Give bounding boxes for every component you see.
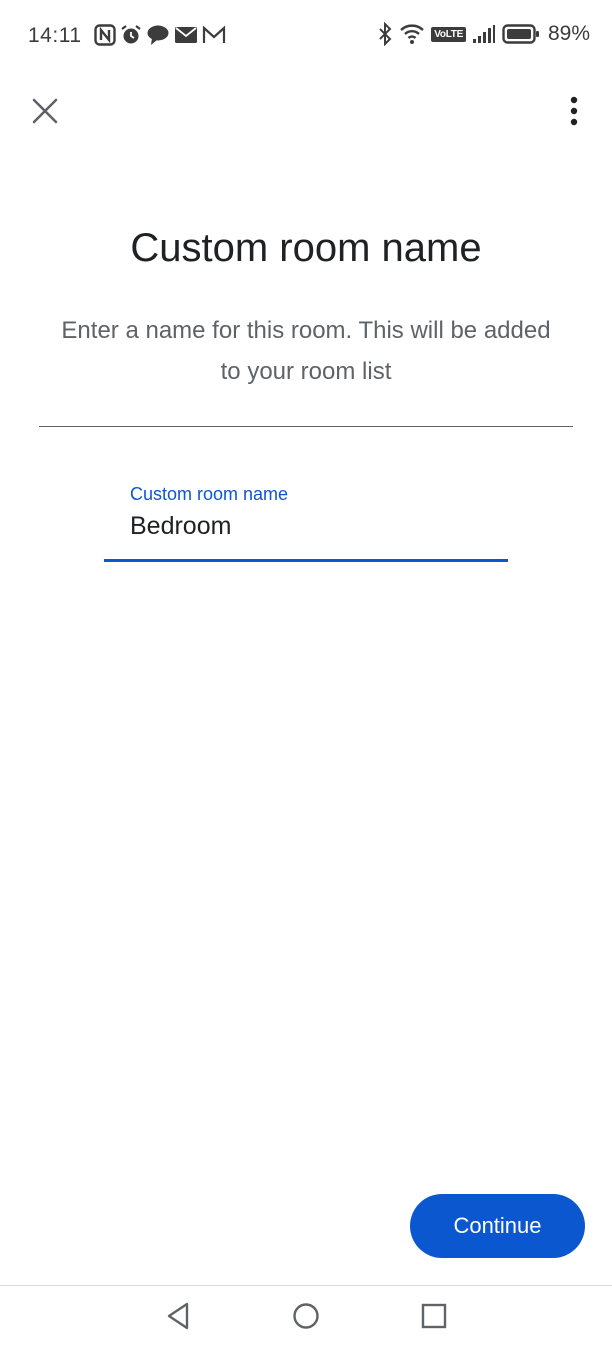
gmail-icon	[202, 25, 226, 45]
home-button[interactable]	[286, 1300, 326, 1336]
field-underline	[104, 559, 508, 562]
room-name-field[interactable]: Custom room name Bedroom	[104, 476, 508, 562]
room-name-label: Custom room name	[130, 484, 289, 504]
recents-icon	[421, 1303, 447, 1334]
room-name-input[interactable]: Bedroom	[130, 512, 231, 541]
wifi-icon	[399, 22, 425, 46]
divider	[39, 426, 573, 427]
close-icon	[32, 98, 58, 129]
notification-icons	[94, 24, 226, 46]
more-vert-icon	[570, 96, 578, 131]
alarm-icon	[120, 24, 142, 46]
close-button[interactable]	[20, 88, 70, 138]
page-description: Enter a name for this room. This will be…	[61, 317, 551, 385]
page-title: Custom room name	[130, 226, 482, 270]
back-button[interactable]	[158, 1300, 198, 1336]
chat-icon	[146, 24, 170, 46]
status-time: 14:11	[28, 24, 82, 47]
battery-icon	[502, 23, 540, 45]
continue-button[interactable]: Continue	[410, 1194, 585, 1258]
email-icon	[174, 25, 198, 45]
status-bar: 14:11 VoLTE 89%	[0, 0, 612, 72]
battery-percent: 89%	[547, 22, 590, 45]
bluetooth-icon	[377, 22, 393, 46]
back-icon	[166, 1302, 190, 1335]
volte-icon: VoLTE	[431, 26, 466, 42]
home-icon	[292, 1302, 320, 1335]
nav-bar	[0, 1286, 612, 1350]
system-icons: VoLTE 89%	[377, 22, 590, 46]
recents-button[interactable]	[414, 1300, 454, 1336]
more-options-button[interactable]	[554, 88, 594, 138]
signal-icon	[472, 24, 496, 44]
nfc-icon	[94, 24, 116, 46]
